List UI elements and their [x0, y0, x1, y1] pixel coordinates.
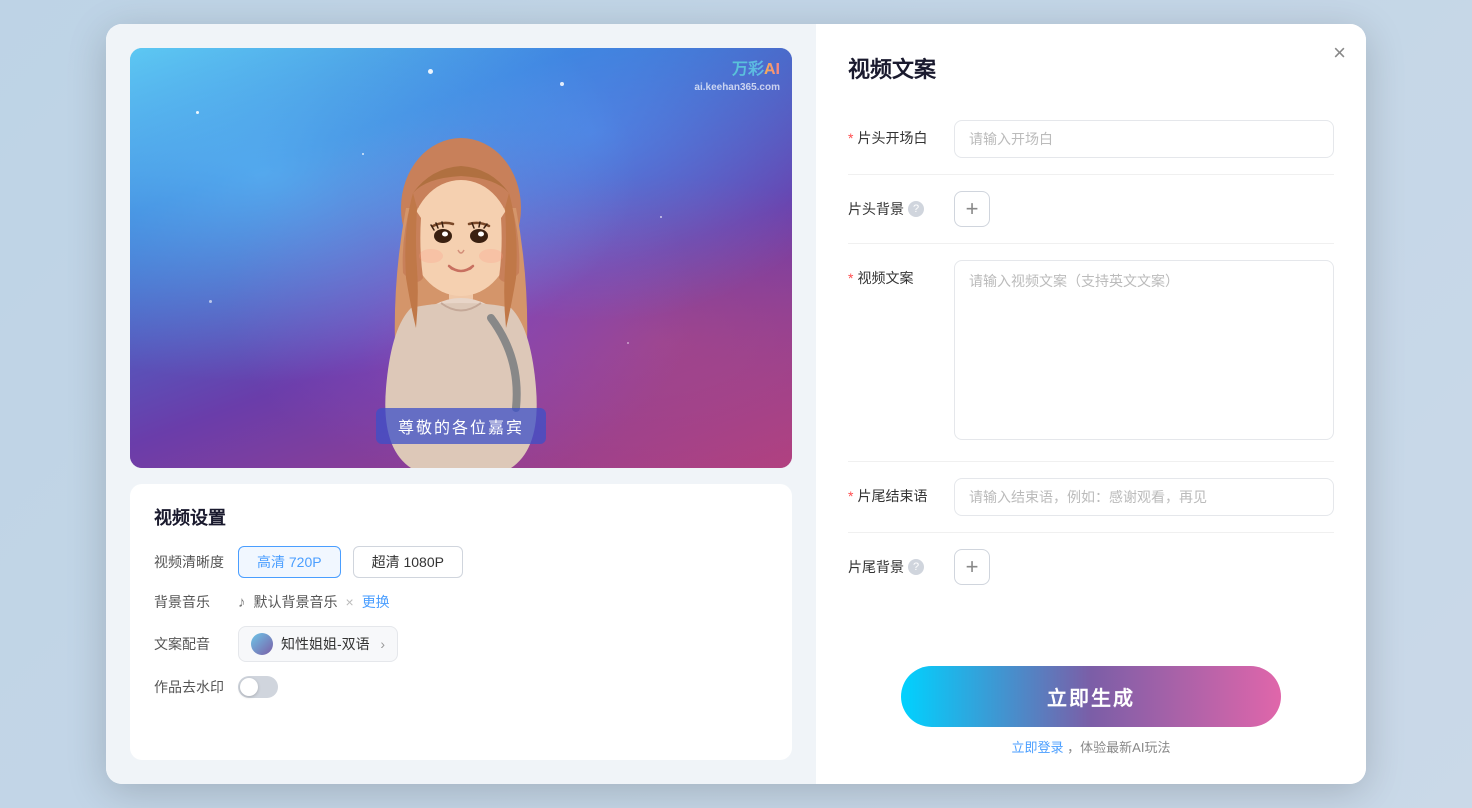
bg-header-add-button[interactable]: +: [954, 191, 990, 227]
bg-footer-row: 片尾背景 ? +: [848, 533, 1334, 601]
voice-arrow-icon: ›: [380, 636, 385, 652]
music-row: 背景音乐 ♪ 默认背景音乐 × 更换: [154, 592, 768, 612]
bg-footer-label: 片尾背景 ?: [848, 549, 938, 577]
watermark-toggle[interactable]: [238, 676, 278, 698]
music-change-button[interactable]: 更换: [362, 592, 390, 612]
login-link[interactable]: 立即登录: [1012, 740, 1064, 755]
submit-area: 立即生成 立即登录 ，体验最新AI玩法: [848, 646, 1334, 756]
closing-label: * 片尾结束语: [848, 478, 938, 506]
modal-container: 万彩AI ai.keehan365.com: [106, 24, 1366, 784]
content-textarea[interactable]: [954, 260, 1334, 440]
toggle-knob: [240, 678, 258, 696]
right-panel: × 视频文案 * 片头开场白 片头背景 ?: [816, 24, 1366, 784]
opening-required-star: *: [848, 130, 853, 146]
opening-content: [954, 120, 1334, 158]
watermark: 万彩AI ai.keehan365.com: [694, 60, 780, 94]
opening-row: * 片头开场白: [848, 104, 1334, 175]
close-button[interactable]: ×: [1333, 42, 1346, 64]
voice-avatar: [251, 633, 273, 655]
closing-required-star: *: [848, 488, 853, 504]
voice-row: 文案配音 知性姐姐-双语 ›: [154, 626, 768, 662]
left-panel: 万彩AI ai.keehan365.com: [106, 24, 816, 784]
quality-label: 视频清晰度: [154, 552, 226, 572]
settings-section: 视频设置 视频清晰度 高清 720P 超清 1080P 背景音乐 ♪ 默认背景音…: [130, 484, 792, 760]
music-info: ♪ 默认背景音乐 × 更换: [238, 592, 390, 612]
star-deco: [627, 342, 629, 344]
watermark-row: 作品去水印: [154, 676, 768, 698]
opening-label: * 片头开场白: [848, 120, 938, 148]
login-hint-text: ，体验最新AI玩法: [1067, 740, 1170, 755]
voice-name: 知性姐姐-双语: [281, 634, 370, 654]
star-deco: [428, 69, 433, 74]
music-label: 背景音乐: [154, 592, 226, 612]
music-name: 默认背景音乐: [254, 592, 338, 612]
bg-header-help-icon[interactable]: ?: [908, 201, 924, 217]
voice-select-button[interactable]: 知性姐姐-双语 ›: [238, 626, 398, 662]
video-preview: 万彩AI ai.keehan365.com: [130, 48, 792, 468]
settings-title: 视频设置: [154, 504, 768, 530]
bg-header-content: +: [954, 191, 1334, 227]
form-area: * 片头开场白 片头背景 ? +: [848, 104, 1334, 646]
bg-footer-help-icon[interactable]: ?: [908, 559, 924, 575]
closing-input[interactable]: [954, 478, 1334, 516]
quality-720p-button[interactable]: 高清 720P: [238, 546, 341, 578]
voice-label: 文案配音: [154, 634, 226, 654]
quality-row: 视频清晰度 高清 720P 超清 1080P: [154, 546, 768, 578]
login-hint: 立即登录 ，体验最新AI玩法: [1012, 737, 1171, 756]
closing-row: * 片尾结束语: [848, 462, 1334, 533]
star-deco: [660, 216, 662, 218]
content-label: * 视频文案: [848, 260, 938, 288]
content-required-star: *: [848, 270, 853, 286]
bg-footer-content: +: [954, 549, 1334, 585]
bg-footer-add-button[interactable]: +: [954, 549, 990, 585]
brand-name: 万彩AI: [694, 60, 780, 81]
opening-input[interactable]: [954, 120, 1334, 158]
watermark-label: 作品去水印: [154, 677, 226, 697]
content-content: [954, 260, 1334, 445]
subtitle-bar: 尊敬的各位嘉宾: [376, 408, 546, 444]
quality-1080p-button[interactable]: 超清 1080P: [353, 546, 463, 578]
bg-header-label: 片头背景 ?: [848, 191, 938, 219]
generate-button[interactable]: 立即生成: [901, 666, 1281, 727]
music-icon: ♪: [238, 594, 246, 611]
closing-content: [954, 478, 1334, 516]
content-row: * 视频文案: [848, 244, 1334, 462]
bg-header-row: 片头背景 ? +: [848, 175, 1334, 244]
star-deco: [560, 82, 564, 86]
right-title: 视频文案: [848, 52, 1334, 84]
music-separator: ×: [346, 594, 354, 610]
